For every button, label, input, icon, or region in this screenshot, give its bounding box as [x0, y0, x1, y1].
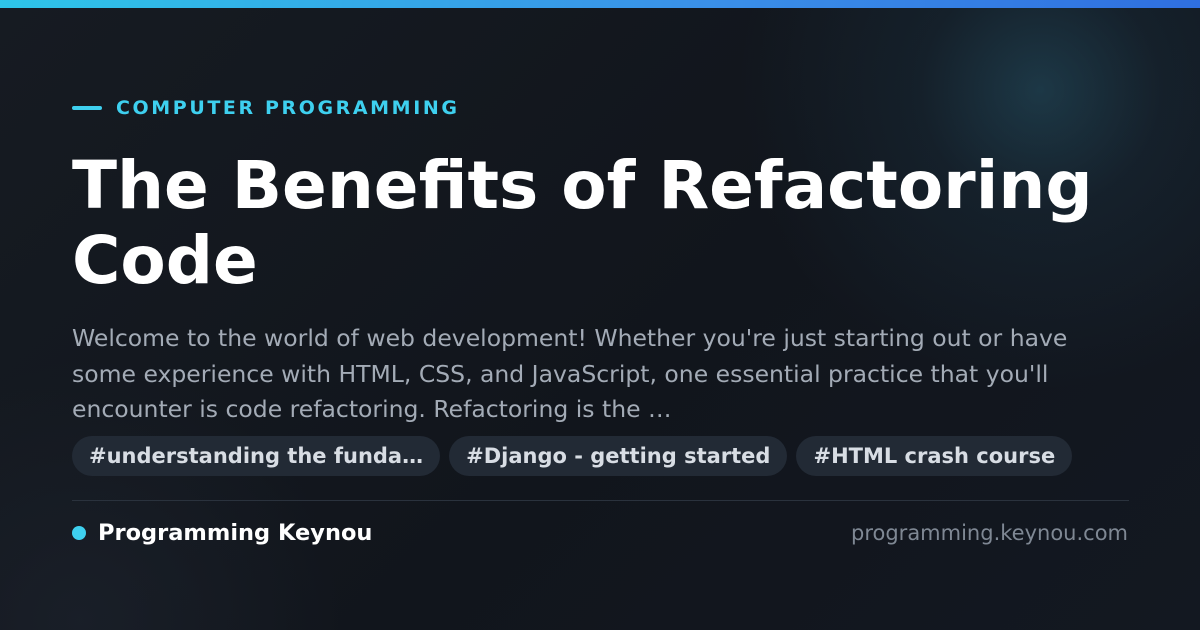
tag-label: #understanding the funda…: [89, 444, 424, 468]
category-label: COMPUTER PROGRAMMING: [116, 97, 460, 119]
page-title: The Benefits of Refactoring Code: [72, 147, 1093, 299]
category-dash-icon: [72, 106, 102, 110]
share-card: COMPUTER PROGRAMMING The Benefits of Ref…: [0, 0, 1200, 630]
tag-chip[interactable]: #HTML crash course: [796, 436, 1073, 476]
brand[interactable]: Programming Keynou: [72, 518, 372, 548]
site-url-link[interactable]: programming.keynou.com: [851, 518, 1128, 548]
brand-dot-icon: [72, 526, 86, 540]
tag-label: #Django - getting started: [466, 444, 771, 468]
tag-label: #HTML crash course: [813, 444, 1056, 468]
divider: [72, 500, 1129, 501]
tag-chip[interactable]: #Django - getting started: [449, 436, 788, 476]
tag-list: #understanding the funda… #Django - gett…: [72, 436, 1073, 476]
tag-chip[interactable]: #understanding the funda…: [72, 436, 441, 476]
article-excerpt: Welcome to the world of web development!…: [72, 324, 1068, 423]
category-row: COMPUTER PROGRAMMING: [72, 95, 460, 121]
brand-name: Programming Keynou: [98, 520, 373, 546]
accent-top-bar: [0, 0, 1200, 8]
